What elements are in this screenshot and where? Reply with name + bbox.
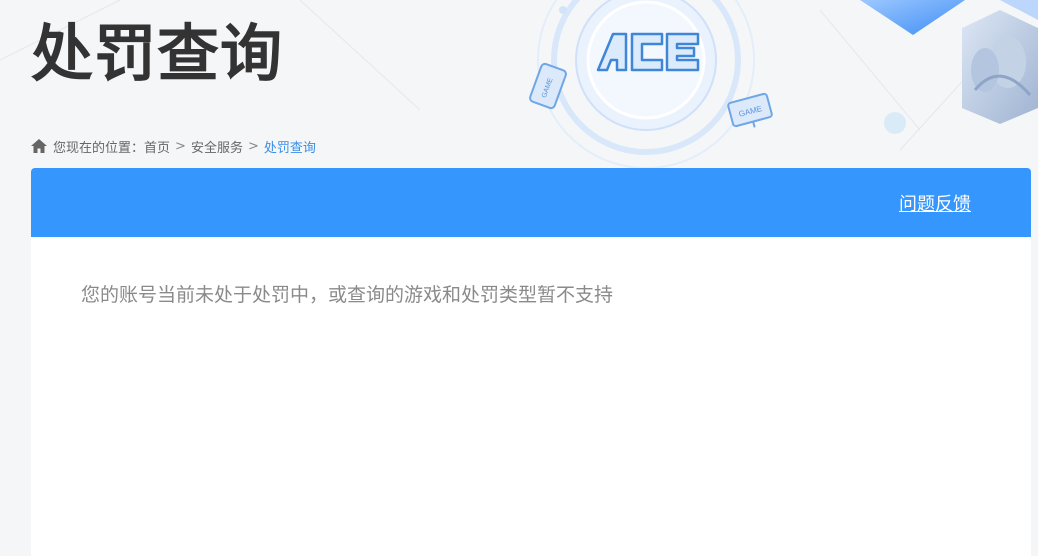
- diamond-shape: [860, 0, 965, 35]
- result-panel-body: 您的账号当前未处于处罚中，或查询的游戏和处罚类型暂不支持: [31, 237, 1031, 556]
- feedback-link[interactable]: 问题反馈: [899, 190, 971, 216]
- breadcrumb-security-link[interactable]: 安全服务: [191, 137, 243, 156]
- monitor-game-icon: GAME: [727, 92, 773, 128]
- breadcrumb: 您现在的位置： 首页 > 安全服务 > 处罚查询: [31, 136, 316, 156]
- breadcrumb-separator: >: [247, 138, 259, 154]
- breadcrumb-separator: >: [175, 138, 186, 154]
- hero-banner: GAME GAME 处罚查询 您现在的位置： 首页 > 安全服务 > 处罚查询: [0, 0, 1038, 168]
- result-panel-header: 问题反馈: [31, 168, 1031, 237]
- breadcrumb-prefix: 您现在的位置：: [53, 140, 145, 156]
- character-avatar: [962, 10, 1038, 124]
- home-icon: [31, 139, 47, 153]
- logo-rings: [537, 0, 755, 168]
- page-title: 处罚查询: [31, 17, 284, 90]
- status-message: 您的账号当前未处于处罚中，或查询的游戏和处罚类型暂不支持: [81, 284, 614, 306]
- breadcrumb-home-link[interactable]: 首页: [144, 137, 170, 156]
- breadcrumb-current: 处罚查询: [263, 140, 316, 156]
